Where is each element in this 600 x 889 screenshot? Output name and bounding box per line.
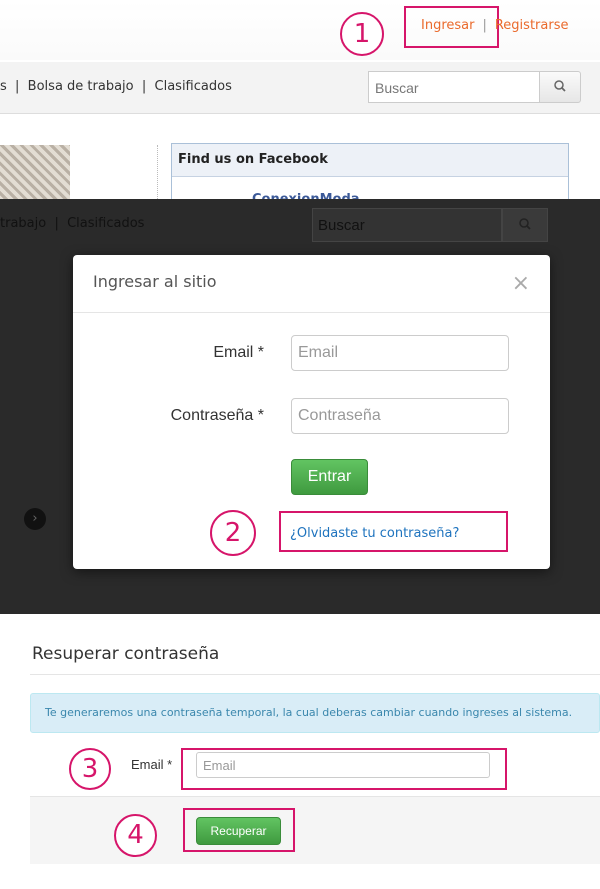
- link-separator: |: [482, 18, 487, 33]
- recover-title: Resuperar contraseña: [32, 644, 220, 664]
- site-header-panel: 1 Ingresar | Registrarse s | Bolsa de trab…: [0, 0, 600, 200]
- login-modal: Ingresar al sitio × Email * Email Contra…: [73, 255, 550, 569]
- dimmed-search-button: [502, 208, 548, 242]
- step-2-callout: 2: [210, 510, 256, 556]
- carousel-arrow-icon: ›: [24, 508, 46, 530]
- login-submit-button[interactable]: Entrar: [291, 459, 368, 495]
- login-modal-panel: trabajo | Clasificados Buscar › Ingresar…: [0, 199, 600, 614]
- recover-email-input[interactable]: Email: [196, 752, 490, 778]
- modal-title: Ingresar al sitio: [93, 272, 217, 291]
- info-alert: Te generaremos una contraseña temporal, …: [30, 693, 600, 733]
- recover-password-panel: Resuperar contraseña Te generaremos una …: [0, 614, 600, 889]
- search-icon: [554, 80, 566, 92]
- password-label: Contraseña *: [170, 407, 264, 424]
- column-divider: [157, 145, 158, 200]
- step-3-callout: 3: [69, 748, 111, 790]
- step-4-callout: 4: [114, 814, 157, 857]
- forgot-password-link[interactable]: ¿Olvidaste tu contraseña?: [290, 526, 459, 541]
- search-icon: [519, 218, 531, 230]
- main-navbar: s | Bolsa de trabajo | Clasificados Busc…: [0, 62, 600, 114]
- dimmed-search-input: Buscar: [312, 208, 502, 242]
- article-thumbnail[interactable]: [0, 145, 70, 200]
- nav-menu[interactable]: s | Bolsa de trabajo | Clasificados: [0, 79, 232, 94]
- password-input[interactable]: Contraseña: [291, 398, 509, 434]
- login-link[interactable]: Ingresar: [421, 18, 474, 33]
- search-button[interactable]: [539, 71, 581, 103]
- step-1-callout: 1: [340, 12, 384, 56]
- email-label: Email *: [213, 344, 264, 361]
- email-input[interactable]: Email: [291, 335, 509, 371]
- dimmed-nav-menu: trabajo | Clasificados: [0, 216, 145, 231]
- recover-submit-button[interactable]: Recuperar: [196, 817, 281, 845]
- search-input[interactable]: Buscar: [368, 71, 540, 103]
- facebook-widget: Find us on Facebook ConexionModa: [171, 143, 569, 200]
- register-link[interactable]: Registrarse: [495, 18, 569, 33]
- auth-links: Ingresar | Registrarse: [421, 18, 568, 33]
- modal-header: Ingresar al sitio ×: [73, 255, 550, 313]
- top-bar: 1 Ingresar | Registrarse: [0, 0, 600, 60]
- facebook-widget-title: Find us on Facebook: [172, 144, 568, 177]
- recover-email-label: Email *: [131, 757, 173, 772]
- close-icon[interactable]: ×: [512, 271, 530, 296]
- title-divider: [30, 674, 600, 675]
